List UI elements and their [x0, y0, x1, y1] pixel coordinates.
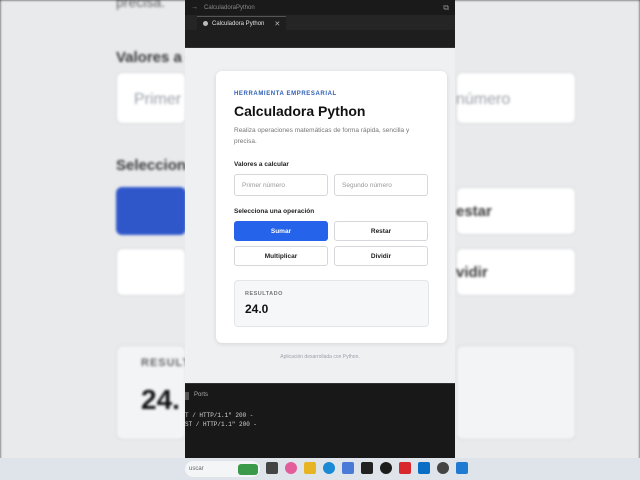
subtract-button[interactable]: Restar	[334, 221, 428, 241]
task-view-icon[interactable]	[266, 462, 278, 474]
first-number-input[interactable]	[234, 174, 328, 196]
bg-mult-box	[116, 248, 186, 296]
eyebrow-label: HERRAMIENTA EMPRESARIAL	[234, 91, 337, 97]
mcafee-icon[interactable]	[399, 462, 411, 474]
back-arrow-icon[interactable]: →	[191, 4, 198, 11]
store-icon[interactable]	[361, 462, 373, 474]
operation-label: Selecciona una operación	[234, 208, 315, 215]
multiply-button[interactable]: Multiplicar	[234, 246, 328, 266]
ports-tab-marker	[185, 392, 189, 400]
taskbar-search[interactable]: uscar	[185, 461, 260, 477]
web-page: HERRAMIENTA EMPRESARIAL Calculadora Pyth…	[185, 48, 455, 383]
second-number-input[interactable]	[334, 174, 428, 196]
edge-icon[interactable]	[323, 462, 335, 474]
result-label: RESULTADO	[245, 291, 283, 297]
sum-button[interactable]: Sumar	[234, 221, 328, 241]
bg-restar: estar	[456, 203, 492, 220]
outlook-icon[interactable]	[342, 462, 354, 474]
page-footer: Aplicación desarrollada con Python.	[280, 354, 360, 360]
file-explorer-icon[interactable]	[304, 462, 316, 474]
ports-tab[interactable]: Ports	[194, 392, 208, 398]
taskbar-search-text: uscar	[189, 466, 204, 472]
tab-bar: Calculadora Python ✕	[185, 15, 455, 30]
bg-select-label: Selecciona	[116, 157, 195, 174]
calculator-card: HERRAMIENTA EMPRESARIAL Calculadora Pyth…	[216, 71, 447, 343]
values-label: Valores a calcular	[234, 161, 289, 168]
divide-button[interactable]: Dividir	[334, 246, 428, 266]
bg-result-label: RESULT	[141, 357, 191, 369]
vscode-icon[interactable]	[456, 462, 468, 474]
bg-desc: precisa.	[116, 0, 166, 10]
bg-result-value: 24.	[141, 384, 180, 415]
taskbar-icons	[266, 462, 468, 474]
app-window: → CalculadoraPython ⧉ Calculadora Python…	[185, 0, 455, 480]
result-value: 24.0	[245, 302, 269, 316]
page-title: Calculadora Python	[234, 103, 366, 119]
chrome-icon[interactable]	[437, 462, 449, 474]
external-link-icon[interactable]: ⧉	[443, 3, 449, 13]
bg-first-placeholder: Primer	[134, 91, 182, 108]
terminal-line-1: T / HTTP/1.1" 200 -	[185, 412, 254, 419]
copilot-icon[interactable]	[285, 462, 297, 474]
bg-values-label: Valores a c	[116, 49, 195, 66]
values-inputs	[234, 174, 429, 196]
close-icon[interactable]: ✕	[274, 20, 280, 28]
operation-buttons: Sumar Restar Multiplicar Dividir	[234, 221, 429, 266]
tab-calculadora[interactable]: Calculadora Python ✕	[197, 16, 287, 30]
address-strip	[185, 30, 455, 48]
terminal-line-2: ST / HTTP/1.1" 200 -	[185, 421, 258, 428]
bg-result-box-right	[456, 345, 576, 440]
tab-label: Calculadora Python	[212, 20, 265, 27]
page-description: Realiza operaciones matemáticas de forma…	[234, 127, 410, 145]
window-title: CalculadoraPython	[204, 4, 255, 11]
bg-second-placeholder: número	[456, 91, 511, 108]
bg-sum-box	[116, 187, 186, 235]
result-panel: RESULTADO 24.0	[234, 280, 429, 327]
hp-icon[interactable]	[380, 462, 392, 474]
globe-icon	[203, 21, 208, 26]
widget-badge-icon[interactable]	[238, 463, 258, 475]
mail-icon[interactable]	[418, 462, 430, 474]
terminal-panel: Ports T / HTTP/1.1" 200 - ST / HTTP/1.1"…	[185, 383, 455, 458]
title-bar: → CalculadoraPython ⧉	[185, 0, 455, 15]
bg-dividir: vidir	[456, 264, 488, 281]
